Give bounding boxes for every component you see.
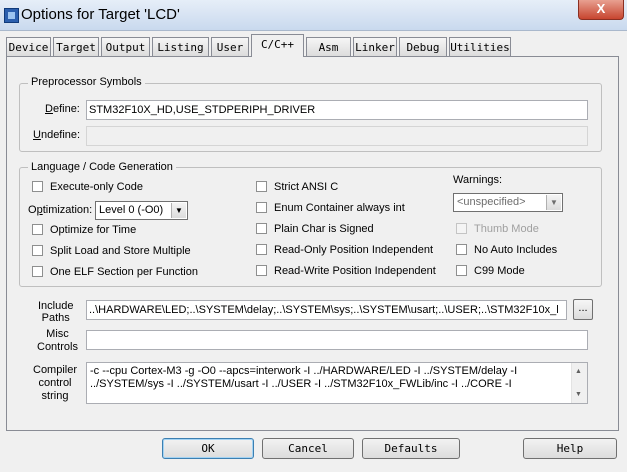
compiler-label-line1: Compiler: [33, 364, 78, 376]
scroll-down-icon: ▼: [575, 391, 582, 398]
options-dialog: Options for Target 'LCD' X Device Target…: [0, 0, 627, 472]
compiler-control-string[interactable]: -c --cpu Cortex-M3 -g -O0 --apcs=interwo…: [86, 362, 588, 404]
tab-utilities[interactable]: Utilities: [449, 37, 511, 56]
thumb-mode-checkbox[interactable]: Thumb Mode: [456, 223, 539, 236]
close-button[interactable]: X: [578, 0, 624, 20]
browse-include-button[interactable]: ...: [573, 299, 593, 320]
tab-output[interactable]: Output: [101, 37, 150, 56]
no-auto-includes-label: No Auto Includes: [474, 244, 558, 256]
one-elf-checkbox[interactable]: One ELF Section per Function: [32, 266, 198, 279]
checkbox-box: [456, 265, 467, 276]
checkbox-box: [256, 223, 267, 234]
c-cpp-pane: Preprocessor Symbols Define: STM32F10X_H…: [6, 56, 619, 431]
thumb-mode-label: Thumb Mode: [474, 223, 539, 235]
checkbox-box: [456, 223, 467, 234]
enum-container-label: Enum Container always int: [274, 202, 405, 214]
include-paths-input[interactable]: ..\HARDWARE\LED;..\SYSTEM\delay;..\SYSTE…: [86, 300, 567, 320]
chevron-down-icon: ▼: [546, 195, 561, 210]
checkbox-box: [256, 181, 267, 192]
misc-label-line1: Misc: [46, 328, 69, 340]
optimize-time-checkbox[interactable]: Optimize for Time: [32, 224, 136, 237]
misc-controls-label: Misc Controls: [37, 328, 78, 354]
plain-char-checkbox[interactable]: Plain Char is Signed: [256, 223, 374, 236]
warnings-label: Warnings:: [453, 174, 503, 186]
optimize-time-label: Optimize for Time: [50, 224, 137, 236]
optimization-select[interactable]: Level 0 (-O0) ▼: [95, 201, 188, 220]
warnings-select[interactable]: <unspecified> ▼: [453, 193, 563, 212]
compiler-label-line3: string: [41, 390, 69, 402]
c99-mode-label: C99 Mode: [474, 265, 525, 277]
checkbox-box: [32, 181, 43, 192]
scroll-up-icon: ▲: [575, 368, 582, 375]
tab-c-cpp[interactable]: C/C++: [251, 34, 304, 57]
warnings-value: <unspecified>: [457, 196, 526, 208]
compiler-scrollbar[interactable]: ▲ ▼: [571, 363, 587, 403]
one-elf-label: One ELF Section per Function: [50, 266, 198, 278]
checkbox-box: [256, 265, 267, 276]
rwpi-label: Read-Write Position Independent: [274, 265, 436, 277]
no-auto-includes-checkbox[interactable]: No Auto Includes: [456, 244, 557, 257]
include-label-line2: Paths: [41, 312, 70, 324]
tab-linker[interactable]: Linker: [353, 37, 397, 56]
misc-label-line2: Controls: [37, 341, 78, 353]
execute-only-label: Execute-only Code: [50, 181, 143, 193]
compiler-label-line2: control: [38, 377, 72, 389]
ropi-checkbox[interactable]: Read-Only Position Independent: [256, 244, 433, 257]
ok-button[interactable]: OK: [162, 438, 254, 459]
tab-asm[interactable]: Asm: [306, 37, 351, 56]
help-button[interactable]: Help: [523, 438, 617, 459]
c99-mode-checkbox[interactable]: C99 Mode: [456, 265, 525, 278]
cancel-button[interactable]: Cancel: [262, 438, 354, 459]
undefine-label: Undefine:: [33, 129, 81, 141]
chevron-down-icon: ▼: [171, 203, 186, 218]
tab-user[interactable]: User: [211, 37, 249, 56]
define-label: Define:: [45, 103, 80, 115]
compiler-line-1: -c --cpu Cortex-M3 -g -O0 --apcs=interwo…: [90, 365, 518, 377]
strict-ansi-label: Strict ANSI C: [274, 181, 339, 193]
split-load-checkbox[interactable]: Split Load and Store Multiple: [32, 245, 191, 258]
compiler-line-2: ../SYSTEM/sys -I ../SYSTEM/usart -I ../U…: [90, 378, 512, 390]
checkbox-box: [456, 244, 467, 255]
preprocessor-group-label: Preprocessor Symbols: [28, 76, 145, 88]
execute-only-checkbox[interactable]: Execute-only Code: [32, 181, 143, 194]
enum-container-checkbox[interactable]: Enum Container always int: [256, 202, 405, 215]
strict-ansi-checkbox[interactable]: Strict ANSI C: [256, 181, 338, 194]
tab-listing[interactable]: Listing: [152, 37, 209, 56]
optimization-label: Optimization:: [28, 204, 93, 216]
title-bar[interactable]: Options for Target 'LCD' X: [0, 0, 627, 31]
defaults-button[interactable]: Defaults: [362, 438, 460, 459]
tab-device[interactable]: Device: [6, 37, 51, 56]
window-title: Options for Target 'LCD': [21, 6, 180, 23]
split-load-label: Split Load and Store Multiple: [50, 245, 191, 257]
compiler-control-label: Compiler control string: [33, 364, 77, 403]
ropi-label: Read-Only Position Independent: [274, 244, 433, 256]
include-label-line1: Include: [38, 300, 74, 312]
checkbox-box: [256, 244, 267, 255]
checkbox-box: [256, 202, 267, 213]
checkbox-box: [32, 245, 43, 256]
tab-target[interactable]: Target: [53, 37, 99, 56]
app-icon: [4, 8, 19, 23]
optimization-value: Level 0 (-O0): [99, 204, 164, 216]
misc-controls-input[interactable]: [86, 330, 588, 350]
define-input[interactable]: STM32F10X_HD,USE_STDPERIPH_DRIVER: [86, 100, 588, 120]
tab-debug[interactable]: Debug: [399, 37, 447, 56]
rwpi-checkbox[interactable]: Read-Write Position Independent: [256, 265, 436, 278]
language-group-label: Language / Code Generation: [28, 161, 176, 173]
undefine-input[interactable]: [86, 126, 588, 146]
plain-char-label: Plain Char is Signed: [274, 223, 374, 235]
include-paths-label: Include Paths: [38, 300, 73, 324]
checkbox-box: [32, 224, 43, 235]
checkbox-box: [32, 266, 43, 277]
